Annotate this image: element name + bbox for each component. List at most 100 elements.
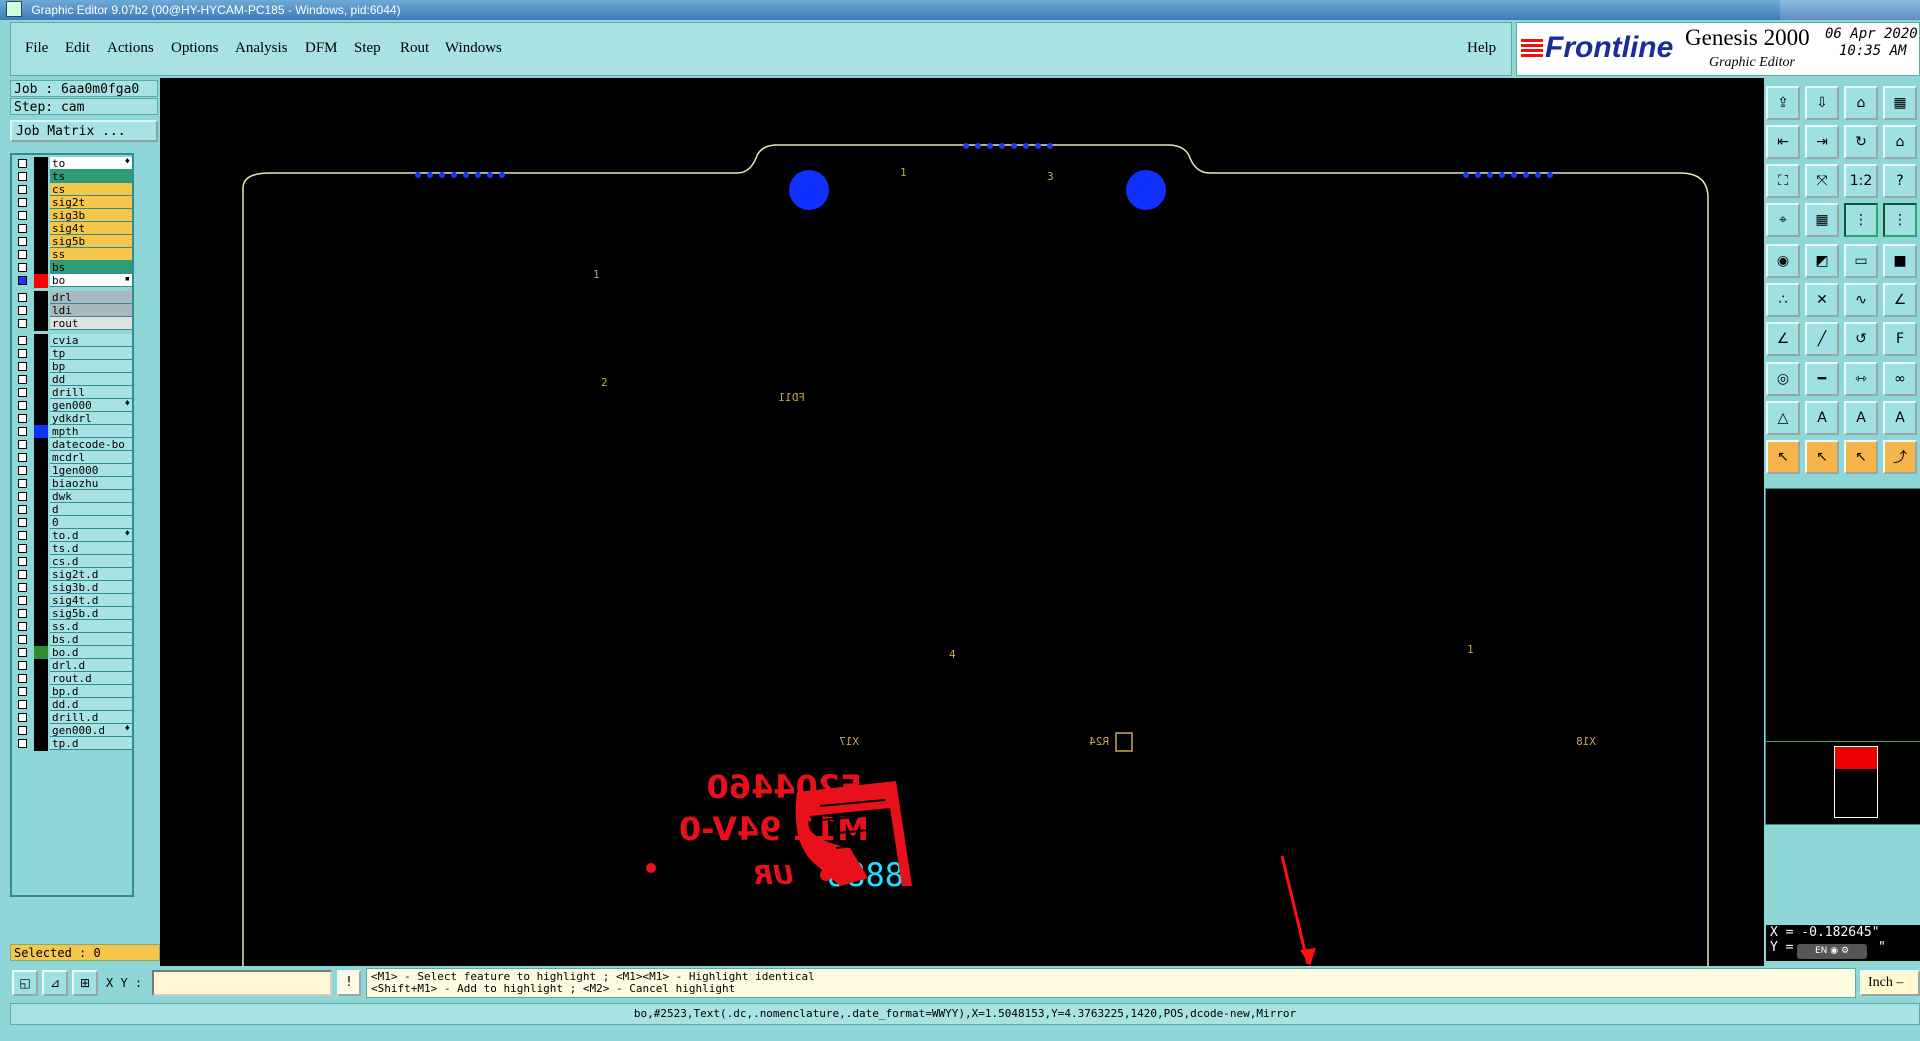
open-job-icon[interactable]: ⇪ bbox=[1766, 86, 1800, 120]
layer-name[interactable]: drl.d bbox=[50, 659, 132, 672]
layer-checkbox[interactable] bbox=[18, 388, 27, 397]
menu-dfm[interactable]: DFM bbox=[305, 40, 338, 57]
layer-name[interactable]: cvia bbox=[50, 334, 132, 347]
layer-name[interactable]: 0 bbox=[50, 516, 132, 529]
layer-row[interactable]: sig5b.d bbox=[14, 607, 132, 621]
layer-checkbox[interactable] bbox=[18, 739, 27, 748]
layer-checkbox[interactable] bbox=[18, 319, 27, 328]
zoom-all-icon[interactable]: ⤧ bbox=[1805, 164, 1839, 198]
layer-color-swatch[interactable] bbox=[34, 209, 48, 223]
arc-icon[interactable]: ↺ bbox=[1844, 322, 1878, 356]
menu-windows[interactable]: Windows bbox=[445, 40, 502, 57]
layer-name[interactable]: to bbox=[50, 157, 132, 170]
layer-color-swatch[interactable] bbox=[34, 261, 48, 275]
layer-row[interactable]: sig4t.d bbox=[14, 594, 132, 608]
layer-name[interactable]: ts.d bbox=[50, 542, 132, 555]
menu-help[interactable]: Help bbox=[1467, 40, 1496, 57]
layer-row[interactable]: bp.d bbox=[14, 685, 132, 699]
layer-color-swatch[interactable] bbox=[34, 555, 48, 569]
layer-checkbox[interactable] bbox=[18, 544, 27, 553]
layer-row[interactable]: mcdrl bbox=[14, 451, 132, 465]
layer-checkbox[interactable] bbox=[18, 505, 27, 514]
triangle-b-icon[interactable]: A bbox=[1844, 401, 1878, 435]
layer-row[interactable]: 0 bbox=[14, 516, 132, 530]
layer-checkbox[interactable] bbox=[18, 518, 27, 527]
layer-name[interactable]: 1gen000 bbox=[50, 464, 132, 477]
menu-rout[interactable]: Rout bbox=[400, 40, 429, 57]
triangle-icon[interactable]: △ bbox=[1766, 401, 1800, 435]
menu-actions[interactable]: Actions bbox=[107, 40, 154, 57]
layer-row[interactable]: sig4t bbox=[14, 222, 132, 236]
layer-name[interactable]: dd bbox=[50, 373, 132, 386]
layer-color-swatch[interactable] bbox=[34, 607, 48, 621]
layer-color-swatch[interactable] bbox=[34, 685, 48, 699]
layer-name[interactable]: sig4t.d bbox=[50, 594, 132, 607]
layer-row[interactable]: bs.d bbox=[14, 633, 132, 647]
layer-name[interactable]: bo.d bbox=[50, 646, 132, 659]
layer-name[interactable]: dwk bbox=[50, 490, 132, 503]
overview-map[interactable] bbox=[1765, 488, 1920, 825]
layer-color-swatch[interactable] bbox=[34, 291, 48, 305]
layer-name[interactable]: bp bbox=[50, 360, 132, 373]
layer-color-swatch[interactable] bbox=[34, 737, 48, 751]
layer-color-swatch[interactable] bbox=[34, 304, 48, 318]
pointer-box-icon[interactable]: ↖ bbox=[1844, 440, 1878, 474]
layer-checkbox[interactable] bbox=[18, 440, 27, 449]
layer-name[interactable]: dd.d bbox=[50, 698, 132, 711]
layer-name[interactable]: to.d bbox=[50, 529, 132, 542]
layer-name[interactable]: drill.d bbox=[50, 711, 132, 724]
layer-color-swatch[interactable] bbox=[34, 698, 48, 712]
layer-row[interactable]: dd.d bbox=[14, 698, 132, 712]
layer-color-swatch[interactable] bbox=[34, 399, 48, 413]
layer-row[interactable]: bs bbox=[14, 261, 132, 275]
layer-row[interactable]: gen000 ♦ bbox=[14, 399, 132, 413]
layer-checkbox[interactable] bbox=[18, 635, 27, 644]
layer-checkbox[interactable] bbox=[18, 306, 27, 315]
layer-name[interactable]: sig2t bbox=[50, 196, 132, 209]
layer-checkbox[interactable] bbox=[18, 276, 27, 285]
pad-icon[interactable]: ■ bbox=[1883, 244, 1917, 278]
layer-checkbox[interactable] bbox=[18, 713, 27, 722]
layer-row[interactable]: bo.d bbox=[14, 646, 132, 660]
layer-color-swatch[interactable] bbox=[34, 529, 48, 543]
layer-checkbox[interactable] bbox=[18, 609, 27, 618]
menu-analysis[interactable]: Analysis bbox=[235, 40, 288, 57]
layer-row[interactable]: rout.d bbox=[14, 672, 132, 686]
triangle-c-icon[interactable]: A bbox=[1883, 401, 1917, 435]
record-icon[interactable]: ◉ bbox=[1766, 244, 1800, 278]
layer-name[interactable]: d bbox=[50, 503, 132, 516]
grid-icon[interactable]: ▦ bbox=[1805, 203, 1839, 237]
layer-row[interactable]: ts bbox=[14, 170, 132, 184]
zoom-forward-icon[interactable]: ⇥ bbox=[1805, 125, 1839, 159]
layer-checkbox[interactable] bbox=[18, 531, 27, 540]
layer-name[interactable]: tp.d bbox=[50, 737, 132, 750]
layer-name[interactable]: bs.d bbox=[50, 633, 132, 646]
pointer-alt-icon[interactable]: ↖ bbox=[1805, 440, 1839, 474]
layer-checkbox[interactable] bbox=[18, 250, 27, 259]
layer-name[interactable]: sig2t.d bbox=[50, 568, 132, 581]
layer-row[interactable]: drl bbox=[14, 291, 132, 305]
layer-color-swatch[interactable] bbox=[34, 373, 48, 387]
layer-checkbox[interactable] bbox=[18, 583, 27, 592]
layer-name[interactable]: gen000.d bbox=[50, 724, 132, 737]
pointer-icon[interactable]: ↖ bbox=[1766, 440, 1800, 474]
layer-checkbox[interactable] bbox=[18, 159, 27, 168]
layer-color-swatch[interactable] bbox=[34, 594, 48, 608]
layer-name[interactable]: datecode-bo bbox=[50, 438, 132, 451]
layer-name[interactable]: ydkdrl bbox=[50, 412, 132, 425]
layer-row[interactable]: ts.d bbox=[14, 542, 132, 556]
layer-color-swatch[interactable] bbox=[34, 620, 48, 634]
layer-checkbox[interactable] bbox=[18, 349, 27, 358]
layer-color-swatch[interactable] bbox=[34, 464, 48, 478]
layer-color-swatch[interactable] bbox=[34, 425, 48, 439]
measure-active-icon[interactable]: ⋮ bbox=[1883, 203, 1917, 237]
layer-color-swatch[interactable] bbox=[34, 724, 48, 738]
profile-icon[interactable]: ◩ bbox=[1805, 244, 1839, 278]
layer-checkbox[interactable] bbox=[18, 224, 27, 233]
layer-name[interactable]: drl bbox=[50, 291, 132, 304]
menu-edit[interactable]: Edit bbox=[65, 40, 90, 57]
layer-name[interactable]: cs bbox=[50, 183, 132, 196]
layer-color-swatch[interactable] bbox=[34, 347, 48, 361]
layer-name[interactable]: bs bbox=[50, 261, 132, 274]
layer-name[interactable]: gen000 bbox=[50, 399, 132, 412]
